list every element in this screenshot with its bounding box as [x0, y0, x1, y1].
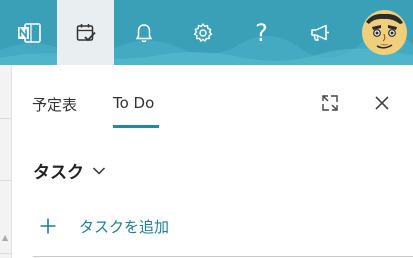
avatar[interactable] [362, 10, 407, 55]
bell-icon[interactable] [115, 0, 172, 65]
scroll-up-icon[interactable]: ▲ [2, 233, 8, 242]
chevron-down-icon [92, 161, 106, 181]
close-icon[interactable] [370, 91, 394, 115]
background-row-divider [0, 118, 11, 119]
background-row-divider [0, 180, 11, 181]
active-tab-indicator [113, 125, 159, 128]
add-task-divider [33, 256, 413, 257]
app-header-bar: ? [0, 0, 413, 65]
plus-icon [39, 217, 57, 235]
help-icon[interactable]: ? [233, 0, 290, 65]
expand-icon[interactable] [318, 91, 342, 115]
onenote-app-icon[interactable] [0, 0, 57, 65]
task-list-selector[interactable]: タスク [33, 158, 106, 183]
tab-calendar[interactable]: 予定表 [32, 94, 77, 115]
section-title: タスク [33, 163, 84, 183]
background-row-divider [0, 253, 11, 254]
megaphone-icon[interactable] [291, 0, 348, 65]
avatar-face-icon [366, 13, 403, 49]
calendar-check-icon[interactable] [57, 0, 114, 65]
help-glyph: ? [255, 18, 268, 47]
todo-panel: 予定表 To Do タスク タスクを追加 [13, 65, 413, 258]
todo-flyout-screen: ? ▲ 予定表 To Do タスク タスクを追加 [0, 0, 413, 258]
background-app-edge [0, 65, 12, 258]
add-task-button[interactable]: タスクを追加 [39, 213, 169, 239]
add-task-label: タスクを追加 [79, 217, 170, 236]
tab-todo[interactable]: To Do [113, 94, 154, 112]
gear-icon[interactable] [174, 0, 231, 65]
